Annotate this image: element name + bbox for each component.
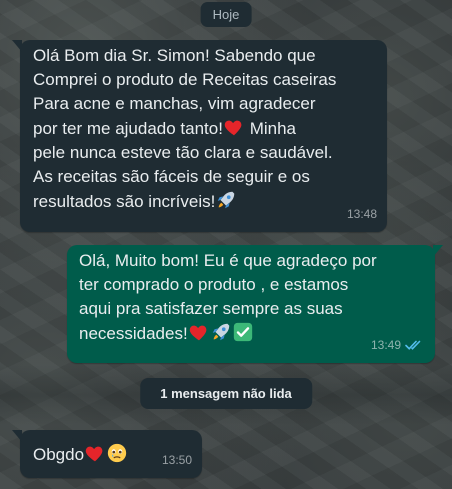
message-line: pele nunca esteve tão clara e saudável.	[33, 143, 333, 162]
message-time: 13:50	[161, 453, 192, 467]
message-line: ter comprado o produto , e estamos	[79, 275, 349, 294]
message-time: 13:48	[346, 207, 377, 221]
message-meta: 13:49	[371, 333, 425, 357]
date-divider: Hoje	[200, 2, 252, 27]
double-check-icon	[405, 340, 421, 350]
message-time: 13:49	[370, 338, 401, 352]
check-mark-emoji	[233, 322, 252, 342]
message-line: aqui pra satisfazer sempre as suas	[79, 299, 343, 318]
red-heart-emoji	[224, 120, 242, 136]
message-text: por ter me ajudado tanto!	[33, 119, 223, 138]
rocket-emoji	[212, 323, 229, 341]
message-text: resultados são incríveis!	[33, 192, 216, 211]
message-line: Olá Bom dia Sr. Simon! Sabendo que	[33, 46, 316, 65]
incoming-message-2[interactable]: Obgdo 13:50	[12, 430, 202, 478]
message-line: Para acne e manchas, vim agradecer	[33, 94, 316, 113]
red-heart-emoji	[189, 325, 207, 341]
unread-messages-divider: 1 mensagem não lida	[140, 378, 312, 409]
message-line: Olá, Muito bom! Eu é que agradeço por	[79, 251, 377, 270]
bubble-tail	[12, 430, 22, 442]
incoming-message-1[interactable]: Olá Bom dia Sr. Simon! Sabendo que Compr…	[12, 40, 387, 232]
message-text: Obgdo	[33, 445, 85, 464]
message-line: As receitas são fáceis de seguir e os	[33, 167, 310, 186]
bubble-tail	[433, 245, 443, 257]
message-meta: 13:48	[347, 202, 377, 226]
teary-face-emoji	[107, 443, 127, 463]
rocket-emoji	[218, 191, 235, 209]
message-line-with-emoji: por ter me ajudado tanto! Minha	[33, 116, 375, 141]
message-meta: 13:50	[162, 448, 192, 472]
red-heart-emoji	[85, 446, 103, 462]
message-text: necessidades!	[79, 324, 188, 343]
outgoing-message-1[interactable]: Olá, Muito bom! Eu é que agradeço por te…	[67, 245, 443, 363]
message-text: Minha	[244, 119, 296, 138]
message-line: Comprei o produto de Receitas caseiras	[33, 70, 337, 89]
message-line-with-emoji: resultados são incríveis!	[33, 189, 375, 214]
bubble-tail	[12, 40, 22, 52]
